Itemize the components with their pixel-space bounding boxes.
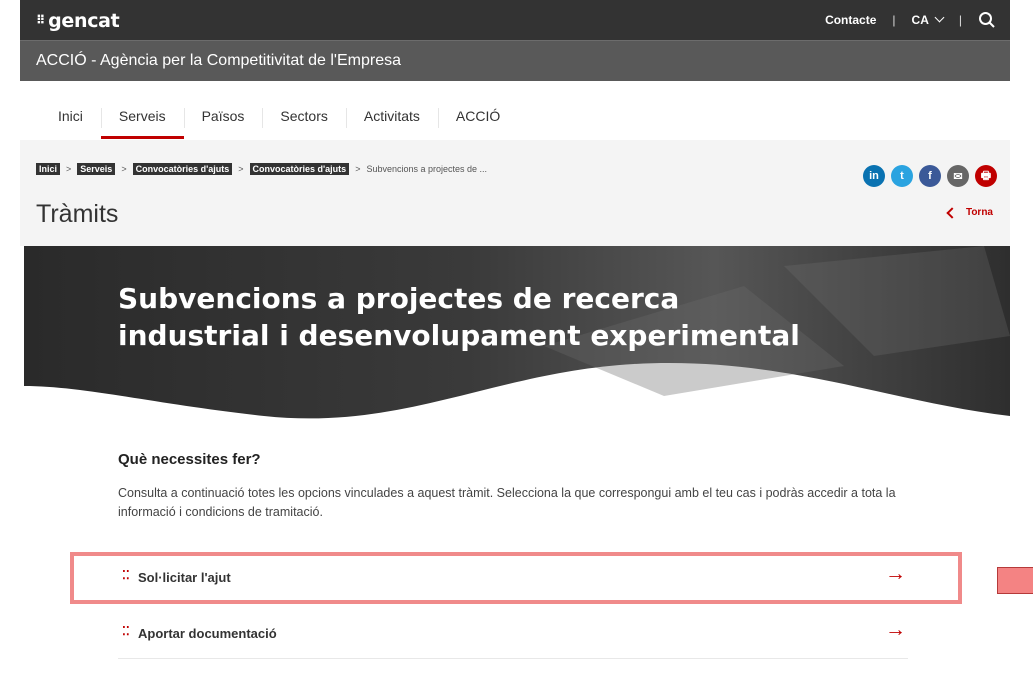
gencat-logo[interactable]: ⠿ gencat <box>36 10 120 32</box>
side-tab[interactable] <box>997 567 1033 594</box>
search-icon[interactable] <box>978 11 996 29</box>
nav-item-accio[interactable]: ACCIÓ <box>437 98 518 139</box>
share-buttons: in t f ✉ 🖶 <box>863 165 997 187</box>
breadcrumb-separator: > <box>66 164 72 174</box>
back-label: Torna <box>965 207 993 218</box>
breadcrumb-current: Subvencions a projectes de ... <box>366 164 488 174</box>
top-bar: ⠿ gencat Contacte | CA | <box>20 0 1010 40</box>
divider: | <box>892 13 896 27</box>
hero-title: Subvencions a projectes de recerca indus… <box>118 282 800 352</box>
main-nav: Inici Serveis Països Sectors Activitats … <box>40 98 518 139</box>
chevron-down-icon <box>934 12 945 23</box>
facebook-icon[interactable]: f <box>919 165 941 187</box>
divider: | <box>958 13 962 27</box>
back-link[interactable]: Torna <box>946 206 993 219</box>
breadcrumb-serveis[interactable]: Serveis <box>77 163 116 175</box>
chevron-left-icon <box>946 206 958 219</box>
twitter-icon[interactable]: t <box>891 165 913 187</box>
top-nav: Contacte | CA | <box>825 11 996 29</box>
breadcrumb-separator: > <box>121 164 127 174</box>
print-icon[interactable]: 🖶 <box>975 165 997 187</box>
section-title: Què necessites fer? <box>118 451 261 468</box>
breadcrumb-separator: > <box>355 164 361 174</box>
breadcrumb-convocatories-2[interactable]: Convocatòries d'ajuts <box>249 163 350 175</box>
nav-item-paisos[interactable]: Països <box>183 98 263 139</box>
breadcrumb-separator: > <box>238 164 244 174</box>
title-panel <box>20 140 1010 246</box>
nav-item-serveis[interactable]: Serveis <box>100 98 184 139</box>
nav-item-sectors[interactable]: Sectors <box>262 98 345 139</box>
agency-bar: ACCIÓ - Agència per la Competitivitat de… <box>20 40 1010 81</box>
arrow-right-icon: → <box>885 618 906 641</box>
section-description: Consulta a continuació totes les opcions… <box>118 486 896 519</box>
highlight-box <box>70 552 962 604</box>
linkedin-icon[interactable]: in <box>863 165 885 187</box>
nav-item-inici[interactable]: Inici <box>40 98 101 139</box>
contact-link[interactable]: Contacte <box>825 13 876 27</box>
language-selector[interactable]: CA <box>912 12 945 27</box>
dots-icon: ⁚⁚ <box>122 624 130 638</box>
breadcrumb: Inici > Serveis > Convocatòries d'ajuts … <box>36 163 487 175</box>
option-aportar-documentacio[interactable]: ⁚⁚ Aportar documentació → <box>118 610 908 659</box>
breadcrumb-inici[interactable]: Inici <box>36 163 61 175</box>
email-icon[interactable]: ✉ <box>947 165 969 187</box>
page-title: Tràmits <box>36 200 119 228</box>
nav-item-activitats[interactable]: Activitats <box>345 98 438 139</box>
agency-name[interactable]: ACCIÓ - Agència per la Competitivitat de… <box>36 52 401 70</box>
option-label: Aportar documentació <box>138 626 277 641</box>
breadcrumb-convocatories[interactable]: Convocatòries d'ajuts <box>132 163 233 175</box>
